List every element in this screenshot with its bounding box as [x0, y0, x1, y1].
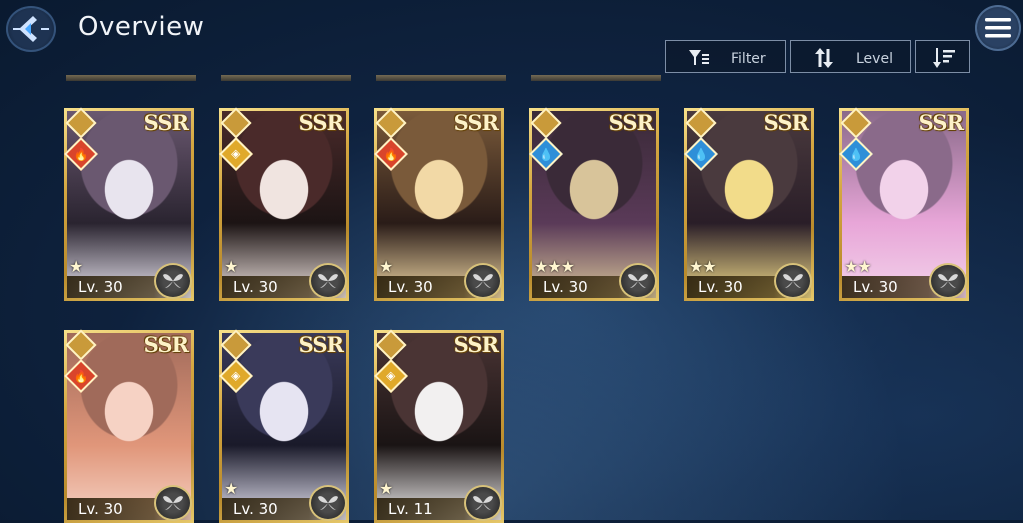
level-label: Lv. 30	[78, 278, 123, 296]
character-card[interactable]: SSR 🔥 Lv. 30	[64, 329, 194, 523]
character-card[interactable]: SSR 🔥 ★ Lv. 30	[374, 107, 504, 301]
rarity-badge: SSR	[453, 110, 499, 135]
filter-label: Filter	[731, 51, 766, 67]
page-title: Overview	[78, 12, 205, 42]
sort-label: Level	[856, 51, 893, 67]
rarity-badge: SSR	[453, 332, 499, 357]
rarity-badge: SSR	[608, 110, 654, 135]
star-rating: ★★	[689, 257, 717, 276]
rarity-badge: SSR	[143, 332, 189, 357]
star-rating: ★	[224, 479, 238, 498]
sort-arrows-icon	[815, 48, 833, 68]
level-label: Lv. 30	[853, 278, 898, 296]
previous-row-edge	[531, 75, 661, 81]
level-label: Lv. 30	[78, 500, 123, 518]
star-rating: ★	[224, 257, 238, 276]
star-rating: ★★★	[534, 257, 575, 276]
star-rating: ★	[379, 479, 393, 498]
character-card[interactable]: SSR ◈ ★ Lv. 30	[219, 107, 349, 301]
wing-emblem-icon	[154, 263, 192, 299]
wing-emblem-icon	[309, 485, 347, 521]
wing-emblem-icon	[464, 485, 502, 521]
level-label: Lv. 30	[543, 278, 588, 296]
star-rating: ★	[379, 257, 393, 276]
wing-emblem-icon	[464, 263, 502, 299]
menu-button[interactable]	[975, 5, 1021, 51]
rarity-badge: SSR	[298, 332, 344, 357]
previous-row-edge	[376, 75, 506, 81]
star-rating: ★★	[844, 257, 872, 276]
character-card[interactable]: SSR 💧 ★★ Lv. 30	[684, 107, 814, 301]
wing-emblem-icon	[309, 263, 347, 299]
character-card[interactable]: SSR ◈ ★ Lv. 11	[374, 329, 504, 523]
back-arrow-icon	[13, 16, 49, 42]
character-card[interactable]: SSR 💧 ★★★ Lv. 30	[529, 107, 659, 301]
level-label: Lv. 30	[233, 278, 278, 296]
wing-emblem-icon	[619, 263, 657, 299]
star-rating: ★	[69, 257, 83, 276]
descending-order-icon	[933, 48, 955, 68]
filter-button[interactable]: Filter	[665, 40, 786, 73]
previous-row-edge	[221, 75, 351, 81]
rarity-badge: SSR	[143, 110, 189, 135]
character-card[interactable]: SSR ◈ ★ Lv. 30	[219, 329, 349, 523]
wing-emblem-icon	[774, 263, 812, 299]
character-card[interactable]: SSR 💧 ★★ Lv. 30	[839, 107, 969, 301]
previous-row-edge	[66, 75, 196, 81]
level-label: Lv. 30	[233, 500, 278, 518]
sort-order-button[interactable]	[915, 40, 970, 73]
wing-emblem-icon	[929, 263, 967, 299]
hamburger-menu-icon	[985, 18, 1011, 38]
rarity-badge: SSR	[918, 110, 964, 135]
rarity-badge: SSR	[763, 110, 809, 135]
rarity-badge: SSR	[298, 110, 344, 135]
filter-icon	[689, 50, 709, 65]
character-card[interactable]: SSR 🔥 ★ Lv. 30	[64, 107, 194, 301]
sort-level-button[interactable]: Level	[790, 40, 911, 73]
wing-emblem-icon	[154, 485, 192, 521]
back-button[interactable]	[6, 6, 56, 52]
level-label: Lv. 30	[388, 278, 433, 296]
level-label: Lv. 11	[388, 500, 433, 518]
level-label: Lv. 30	[698, 278, 743, 296]
